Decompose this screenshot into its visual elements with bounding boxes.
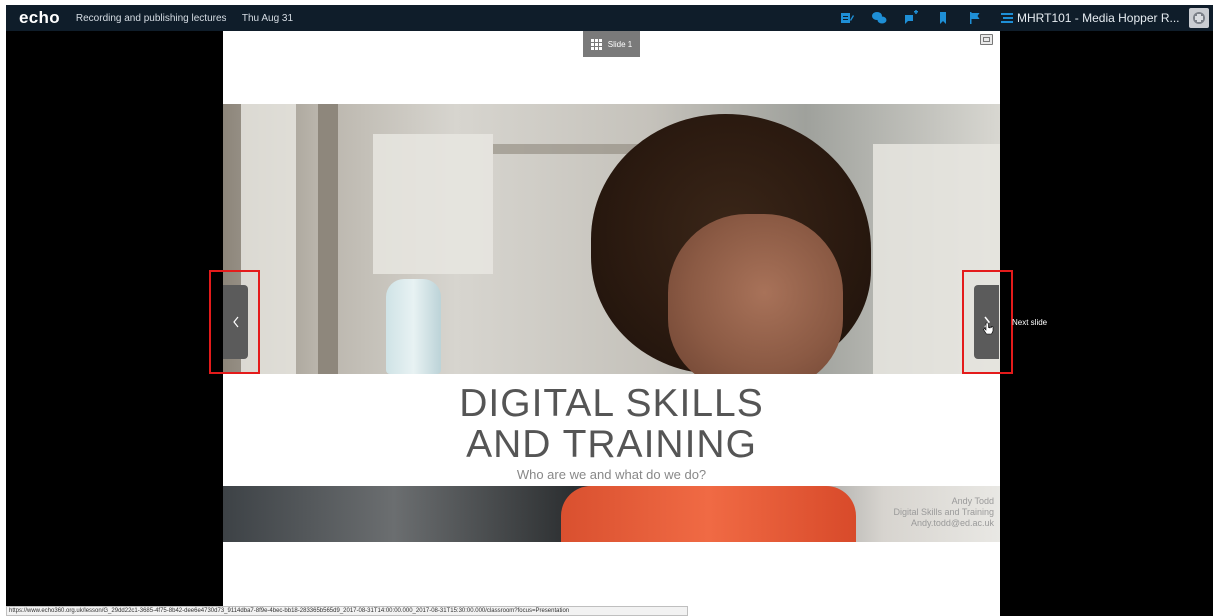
photo-beam (318, 104, 338, 374)
university-crest-icon (1189, 8, 1209, 28)
frame-right (1213, 0, 1219, 616)
notes-icon[interactable] (838, 9, 856, 27)
presenter-info: Andy Todd Digital Skills and Training An… (893, 496, 994, 529)
hand-cursor-icon (983, 322, 994, 341)
list-icon[interactable] (998, 9, 1016, 27)
water-cooler (386, 279, 441, 374)
expand-icon[interactable] (980, 34, 993, 45)
slide-photo (223, 104, 1000, 374)
lecture-title: Recording and publishing lectures (75, 12, 226, 24)
highlight-box-prev (209, 270, 260, 374)
slide-title-line2: AND TRAINING (466, 423, 757, 466)
presenter-email: Andy.todd@ed.ac.uk (910, 518, 994, 528)
presenter-team: Digital Skills and Training (893, 507, 994, 517)
next-slide-tooltip: Next slide (1012, 318, 1048, 327)
person-face (668, 214, 843, 374)
slide-selector-tab[interactable]: Slide 1 (583, 31, 640, 57)
presenter-name: Andy Todd (951, 496, 994, 506)
echo-logo[interactable]: echo (19, 8, 60, 28)
slide-tab-label: Slide 1 (607, 39, 633, 49)
browser-status-url: https://www.echo360.org.uk/lesson/G_29dd… (6, 606, 688, 616)
slide-photo-strip: Andy Todd Digital Skills and Training An… (223, 486, 1000, 542)
person-shirt (561, 486, 856, 542)
flag-icon[interactable] (966, 9, 984, 27)
slide-title: DIGITAL SKILLS AND TRAINING (223, 383, 1000, 465)
slide-viewer: Slide 1 DIGITAL SKILLS AND TRAINING Who … (223, 31, 1000, 616)
bookmark-icon[interactable] (934, 9, 952, 27)
grid-icon (590, 38, 602, 50)
course-title[interactable]: MHRT101 - Media Hopper R... (1017, 5, 1180, 31)
frame-left (0, 0, 6, 616)
lecture-date: Thu Aug 31 (241, 12, 294, 24)
slide-title-line1: DIGITAL SKILLS (459, 382, 764, 425)
photo-window (373, 134, 493, 274)
slide-subtitle: Who are we and what do we do? (516, 467, 707, 482)
question-icon[interactable] (902, 9, 920, 27)
header-bar: echo Recording and publishing lectures T… (6, 5, 1213, 31)
toolbar (838, 5, 1030, 31)
discussion-icon[interactable] (870, 9, 888, 27)
